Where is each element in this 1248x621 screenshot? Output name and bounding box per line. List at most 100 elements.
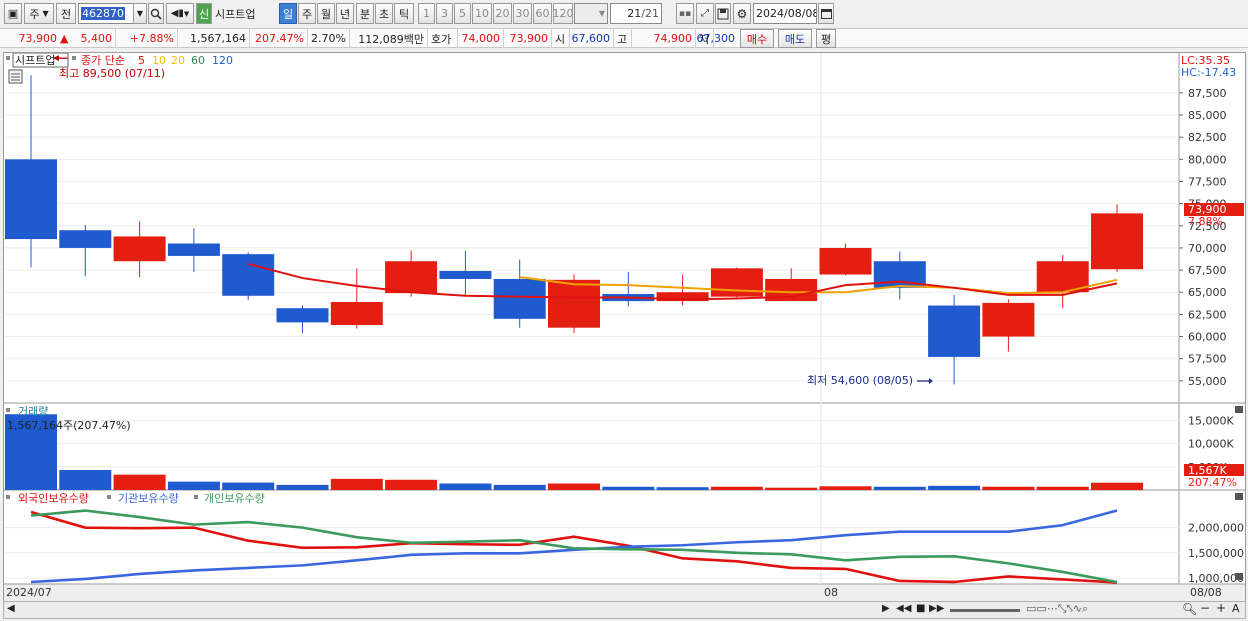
chart-scrollbar[interactable]: ◀ ▶ ◀◀ ■ ▶▶ ▭▭⋯⤡⤣∿⌕ 🔍︎ − + A — [3, 601, 1246, 619]
candle-body[interactable] — [928, 305, 981, 357]
legend-ma-title: 종가 단순 — [81, 54, 125, 67]
panel-maximize-icon[interactable] — [1235, 573, 1243, 580]
volume-bar[interactable] — [765, 487, 818, 490]
save-icon[interactable] — [715, 3, 731, 24]
minute-10[interactable]: 10 — [472, 3, 492, 24]
volume-bar[interactable] — [1036, 486, 1089, 490]
volume-bar[interactable] — [873, 486, 926, 490]
zoom-out-icon[interactable]: − — [1200, 601, 1210, 615]
volume-bar[interactable] — [276, 484, 329, 490]
period-second[interactable]: 초 — [375, 3, 393, 24]
minute-20[interactable]: 20 — [493, 3, 512, 24]
candle-body[interactable] — [710, 268, 763, 297]
zoom-in-icon[interactable]: + — [1216, 601, 1226, 615]
candle-body[interactable] — [276, 308, 329, 323]
ask-price: 74,000 — [458, 29, 504, 48]
panel-close-icon[interactable] — [1235, 406, 1243, 413]
zoom-slider[interactable] — [950, 609, 1020, 612]
legend-marker — [6, 408, 10, 412]
stock-code-input[interactable]: 462870 — [78, 3, 134, 24]
volume-bar[interactable] — [928, 485, 981, 490]
prev-button[interactable]: 전 — [56, 3, 76, 24]
custom-period-select[interactable]: ▼ — [574, 3, 608, 24]
period-unit-select[interactable]: 주 ▼ — [24, 3, 54, 24]
auto-scale-icon[interactable]: A — [1232, 602, 1240, 615]
minute-5[interactable]: 5 — [454, 3, 471, 24]
candle-body[interactable] — [819, 247, 872, 275]
chart-svg[interactable]: 87,50085,00082,50080,00077,50075,00072,5… — [4, 52, 1245, 601]
volume-bar[interactable] — [982, 486, 1035, 490]
candle-body[interactable] — [385, 261, 438, 294]
period-week[interactable]: 주 — [298, 3, 316, 24]
volume-bar[interactable] — [439, 483, 492, 490]
minute-3[interactable]: 3 — [436, 3, 453, 24]
candle-body[interactable] — [113, 236, 166, 262]
candle-body[interactable] — [1091, 213, 1143, 270]
candle-body[interactable] — [222, 254, 275, 296]
candle-body[interactable] — [330, 301, 383, 326]
low-price: 67,300 — [696, 32, 736, 45]
volume-bar[interactable] — [819, 486, 872, 490]
buy-button[interactable]: 매수 — [740, 29, 774, 48]
volume-bar[interactable] — [602, 486, 655, 490]
candle-body[interactable] — [167, 243, 220, 256]
period-tick[interactable]: 틱 — [394, 3, 414, 24]
volume-bar[interactable] — [385, 479, 438, 490]
volume-ratio: 207.47% — [250, 29, 308, 48]
period-minute[interactable]: 분 — [356, 3, 374, 24]
candle-body[interactable] — [59, 230, 112, 248]
volume-bar[interactable] — [656, 487, 709, 490]
main-legend: 시프트업 종가 단순 5 10 20 60 120 — [6, 52, 233, 68]
period-day[interactable]: 일 — [279, 3, 297, 24]
window-icon[interactable]: ▣ — [4, 3, 22, 24]
rewind-icon[interactable]: ◀◀ — [896, 603, 911, 614]
stock-chart-area[interactable]: 87,50085,00082,50080,00077,50075,00072,5… — [3, 52, 1246, 602]
minute-60[interactable]: 60 — [533, 3, 552, 24]
volume-bar[interactable] — [222, 482, 275, 490]
x-axis-strip — [4, 584, 1245, 601]
gear-icon[interactable]: ⚙ — [733, 3, 751, 24]
candle-body[interactable] — [439, 270, 492, 279]
minute-120[interactable]: 120 — [553, 3, 573, 24]
period-unit-label: 주 — [29, 7, 40, 21]
period-month[interactable]: 월 — [317, 3, 335, 24]
candle-body[interactable] — [493, 278, 546, 319]
sell-button[interactable]: 매도 — [778, 29, 812, 48]
minute-1[interactable]: 1 — [418, 3, 435, 24]
period-year[interactable]: 년 — [336, 3, 354, 24]
volume-bar[interactable] — [548, 483, 600, 490]
code-dropdown-icon[interactable]: ▼ — [133, 3, 147, 24]
volume-bar[interactable] — [167, 481, 220, 490]
volume-bar[interactable] — [710, 486, 763, 490]
volume-bar[interactable] — [330, 478, 383, 490]
high-label: 고 — [614, 29, 632, 48]
legend-marker — [107, 495, 111, 499]
candle-body[interactable] — [5, 159, 57, 240]
volume-bar[interactable] — [1091, 482, 1143, 490]
volume-bar[interactable] — [113, 474, 166, 490]
panel-close-icon[interactable] — [1235, 493, 1243, 500]
volume-bar[interactable] — [493, 484, 546, 490]
calendar-icon[interactable] — [818, 3, 834, 24]
scroll-left-icon[interactable]: ◀ — [7, 603, 15, 614]
minute-30[interactable]: 30 — [513, 3, 532, 24]
table-icon[interactable] — [8, 69, 23, 84]
candle-body[interactable] — [982, 302, 1035, 337]
legend-individual: 개인보유수량 — [204, 492, 265, 505]
volume-bar[interactable] — [59, 470, 112, 490]
average-button[interactable]: 평 — [816, 29, 836, 48]
compare-icon[interactable]: ▪▪ — [676, 3, 694, 24]
stop-icon[interactable]: ■ — [916, 603, 925, 614]
y-tick-label: 82,500 — [1188, 131, 1227, 144]
speaker-icon[interactable]: ◀▮ ▼ — [166, 3, 194, 24]
chart-tools-icon[interactable]: ▭▭⋯⤡⤣∿⌕ — [1026, 602, 1088, 616]
y-tick-label: 80,000 — [1188, 153, 1227, 166]
date-input[interactable]: 2024/08/08 — [753, 3, 817, 24]
fast-forward-icon[interactable]: ▶▶ — [929, 603, 944, 614]
search-icon[interactable] — [148, 3, 164, 24]
candle-counter[interactable]: 21/21 — [610, 3, 662, 24]
candle-body[interactable] — [548, 279, 600, 328]
scroll-right-icon[interactable]: ▶ — [882, 603, 890, 614]
zoom-icon[interactable]: 🔍︎ — [1182, 602, 1197, 616]
draw-tool-icon[interactable]: ⤢ — [696, 3, 714, 24]
